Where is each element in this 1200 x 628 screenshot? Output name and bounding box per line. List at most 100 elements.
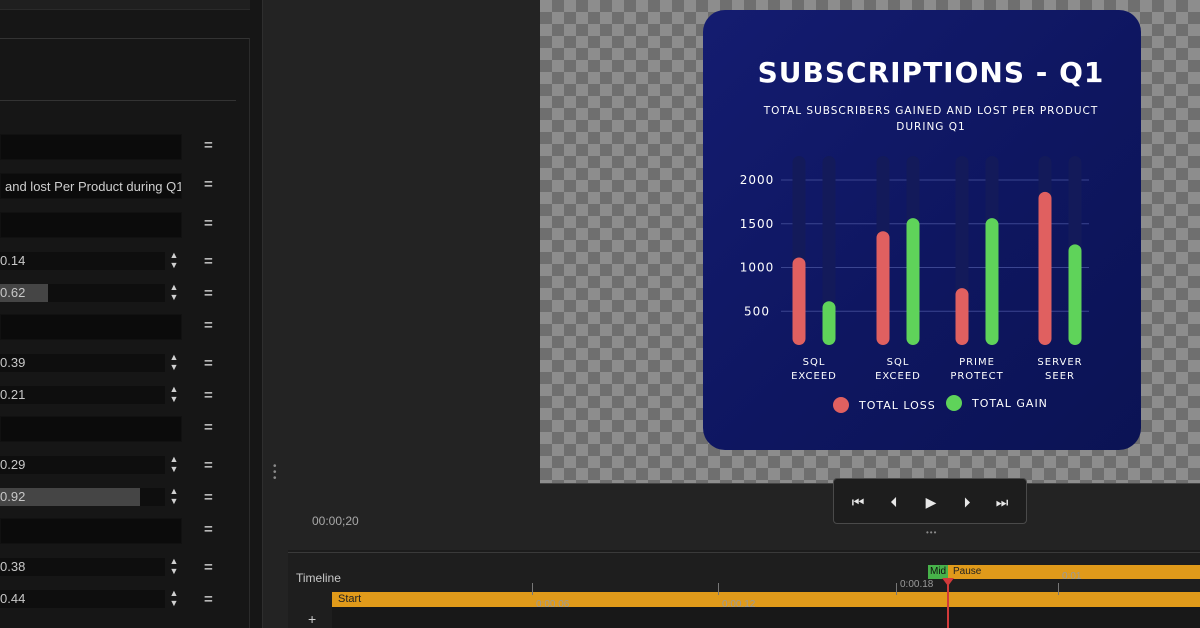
row-menu-icon[interactable]: = — [204, 522, 213, 537]
row-menu-icon[interactable]: = — [204, 138, 213, 153]
stepper-arrows-icon[interactable]: ▲ ▼ — [168, 352, 180, 374]
splitter-grip-icon[interactable]: • • • — [273, 462, 277, 484]
stepper-arrows-icon[interactable]: ▲ ▼ — [168, 588, 180, 610]
timeline-title: Timeline — [296, 571, 341, 585]
row-menu-icon[interactable]: = — [204, 490, 213, 505]
property-row: = — [0, 314, 250, 342]
stepper-arrows-icon[interactable]: ▲ ▼ — [168, 384, 180, 406]
property-row: 0.44 ▲ ▼ = — [0, 588, 250, 616]
row-menu-icon[interactable]: = — [204, 420, 213, 435]
tick-label: 0:00.18 — [900, 579, 934, 590]
legend-label: TOTAL GAIN — [971, 397, 1048, 410]
bar — [822, 301, 836, 345]
property-row: 0.29 ▲ ▼ = — [0, 454, 250, 482]
stepper-arrows-icon[interactable]: ▲ ▼ — [168, 250, 180, 272]
row-menu-icon[interactable]: = — [204, 254, 213, 269]
property-row: = — [0, 212, 250, 240]
property-row: 0.62 ▲ ▼ = — [0, 282, 250, 310]
property-value: 0.38 — [0, 559, 26, 574]
property-text-field[interactable] — [0, 518, 182, 544]
skip-to-end-button[interactable]: ⏭ — [990, 491, 1014, 513]
step-back-button[interactable]: ⏴ — [882, 491, 906, 513]
row-menu-icon[interactable]: = — [204, 560, 213, 575]
property-number-field[interactable]: 0.29 — [0, 456, 165, 474]
row-menu-icon[interactable]: = — [204, 216, 213, 231]
x-tick-label: EXCEED — [875, 371, 921, 382]
property-number-field[interactable]: 0.62 — [0, 284, 165, 302]
y-tick-label: 2000 — [740, 173, 775, 187]
chart-subtitle: TOTAL SUBSCRIBERS GAINED AND LOST PER PR… — [763, 105, 1099, 117]
row-menu-icon[interactable]: = — [204, 318, 213, 333]
stepper-arrows-icon[interactable]: ▲ ▼ — [168, 282, 180, 304]
y-tick-label: 1500 — [740, 217, 775, 231]
chart: SUBSCRIPTIONS - Q1 TOTAL SUBSCRIBERS GAIN… — [740, 56, 1103, 413]
transport-controls: ⏮ ⏴ ▶ ⏵ ⏭ — [833, 478, 1027, 524]
property-number-field[interactable]: 0.14 — [0, 252, 165, 270]
row-menu-icon[interactable]: = — [204, 388, 213, 403]
property-number-field[interactable]: 0.21 — [0, 386, 165, 404]
property-value: 0.44 — [0, 591, 26, 606]
step-forward-button[interactable]: ⏵ — [955, 491, 979, 513]
tick-mark — [718, 583, 719, 595]
property-row: 0.38 ▲ ▼ = — [0, 556, 250, 584]
stepper-arrows-icon[interactable]: ▲ ▼ — [168, 556, 180, 578]
property-text-field[interactable]: and lost Per Product during Q1 — [0, 173, 182, 199]
property-row: and lost Per Product during Q1 = — [0, 173, 250, 201]
play-button[interactable]: ▶ — [919, 491, 943, 513]
panel-splitter[interactable]: • • • — [262, 0, 288, 628]
x-tick-label: SQL — [887, 357, 910, 368]
property-text-field[interactable] — [0, 416, 182, 442]
property-number-field[interactable]: 0.92 — [0, 488, 165, 506]
chart-card: SUBSCRIPTIONS - Q1 TOTAL SUBSCRIBERS GAIN… — [703, 10, 1141, 450]
tick-label: 0:01 — [1062, 571, 1082, 582]
row-menu-icon[interactable]: = — [204, 286, 213, 301]
legend-swatch — [946, 395, 962, 411]
legend-swatch — [833, 397, 849, 413]
property-number-field[interactable]: 0.44 — [0, 590, 165, 608]
property-number-field[interactable]: 0.39 — [0, 354, 165, 372]
panel-divider — [0, 100, 236, 101]
stepper-arrows-icon[interactable]: ▲ ▼ — [168, 486, 180, 508]
start-clip-label: Start — [338, 593, 362, 605]
bar — [906, 218, 920, 345]
legend-label: TOTAL LOSS — [858, 399, 936, 412]
property-row: = — [0, 416, 250, 444]
pause-marker-label[interactable]: Pause — [953, 565, 981, 579]
row-menu-icon[interactable]: = — [204, 356, 213, 371]
row-menu-icon[interactable]: = — [204, 458, 213, 473]
stepper-arrows-icon[interactable]: ▲ ▼ — [168, 454, 180, 476]
property-value: 0.39 — [0, 355, 26, 370]
skip-to-start-button[interactable]: ⏮ — [846, 491, 870, 513]
timecode: 00:00;20 — [312, 514, 359, 528]
property-value: 0.29 — [0, 457, 26, 472]
property-row: 0.14 ▲ ▼ = — [0, 250, 250, 278]
tick-mark — [532, 583, 533, 595]
x-tick-label: SERVER — [1037, 357, 1082, 368]
property-text-field[interactable] — [0, 134, 182, 160]
resize-grip-icon[interactable]: ••• — [926, 528, 937, 537]
x-tick-label: PRIME — [959, 357, 995, 368]
row-menu-icon[interactable]: = — [204, 592, 213, 607]
property-text-field[interactable] — [0, 314, 182, 340]
chart-subtitle: DURING Q1 — [896, 121, 965, 133]
properties-panel: = and lost Per Product during Q1 = = 0.14 ▲ ▼ =… — [0, 0, 262, 628]
property-row: 0.92 ▲ ▼ = — [0, 486, 250, 514]
property-number-field[interactable]: 0.38 — [0, 558, 165, 576]
start-clip[interactable]: Start — [332, 592, 1200, 607]
property-value: 0.14 — [0, 253, 26, 268]
bar — [955, 288, 969, 345]
bar — [985, 218, 999, 345]
property-text-field[interactable] — [0, 212, 182, 238]
mid-marker[interactable]: Mid — [928, 565, 948, 579]
property-row: 0.39 ▲ ▼ = — [0, 352, 250, 380]
y-tick-label: 500 — [744, 304, 770, 318]
row-menu-icon[interactable]: = — [204, 177, 213, 192]
x-tick-label: SEER — [1045, 371, 1075, 382]
add-track-button[interactable]: + — [308, 611, 316, 627]
tick-label: 0:00.06 — [536, 599, 570, 610]
tick-mark — [1058, 583, 1059, 595]
bar — [1038, 191, 1052, 345]
playhead[interactable] — [947, 579, 949, 628]
bar — [792, 257, 806, 345]
bar — [1068, 244, 1082, 345]
